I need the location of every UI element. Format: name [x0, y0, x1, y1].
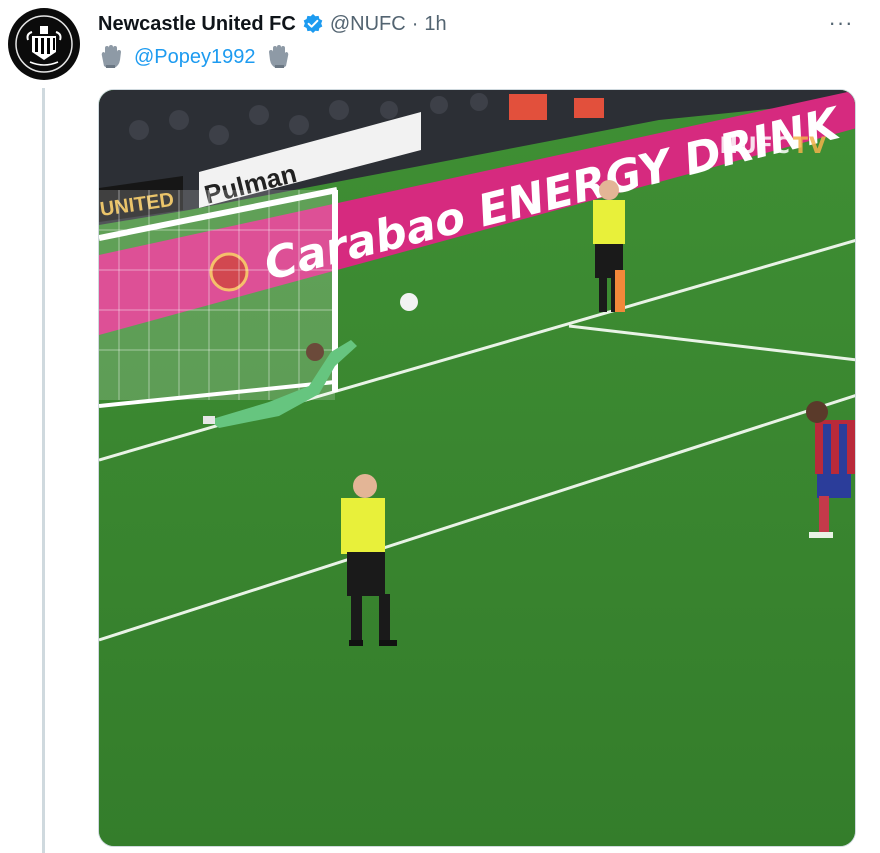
handle[interactable]: @NUFC: [330, 13, 406, 36]
mention-link[interactable]: @Popey1992: [134, 46, 256, 69]
ball: [400, 293, 418, 311]
tweet-text: @Popey1992: [98, 42, 292, 72]
timestamp[interactable]: 1h: [424, 13, 446, 36]
avatar[interactable]: [8, 8, 80, 80]
separator-dot: ·: [411, 12, 419, 35]
more-icon: ···: [828, 10, 854, 35]
thread-line: [42, 88, 45, 853]
tweet[interactable]: Newcastle United FC @NUFC · 1h ··· @Pope…: [0, 0, 880, 853]
goalkeeper-glove-icon: [98, 44, 126, 70]
video-media[interactable]: Pulman UNITED Carabao ENERGY DRINK NUFCT…: [98, 89, 856, 847]
display-name[interactable]: Newcastle United FC: [98, 13, 296, 36]
nufc-crest-icon: [15, 15, 73, 73]
more-options-button[interactable]: ···: [828, 10, 854, 36]
goalkeeper-glove-icon: [264, 44, 292, 70]
verified-badge-icon: [302, 13, 324, 35]
tweet-header: Newcastle United FC @NUFC · 1h: [98, 10, 447, 38]
avatar-column: [8, 8, 80, 80]
penalty-save-video-frame: Pulman UNITED Carabao ENERGY DRINK: [99, 90, 855, 846]
nufc-tv-watermark: NUFCTV: [719, 134, 827, 159]
goal-net: [99, 190, 335, 400]
